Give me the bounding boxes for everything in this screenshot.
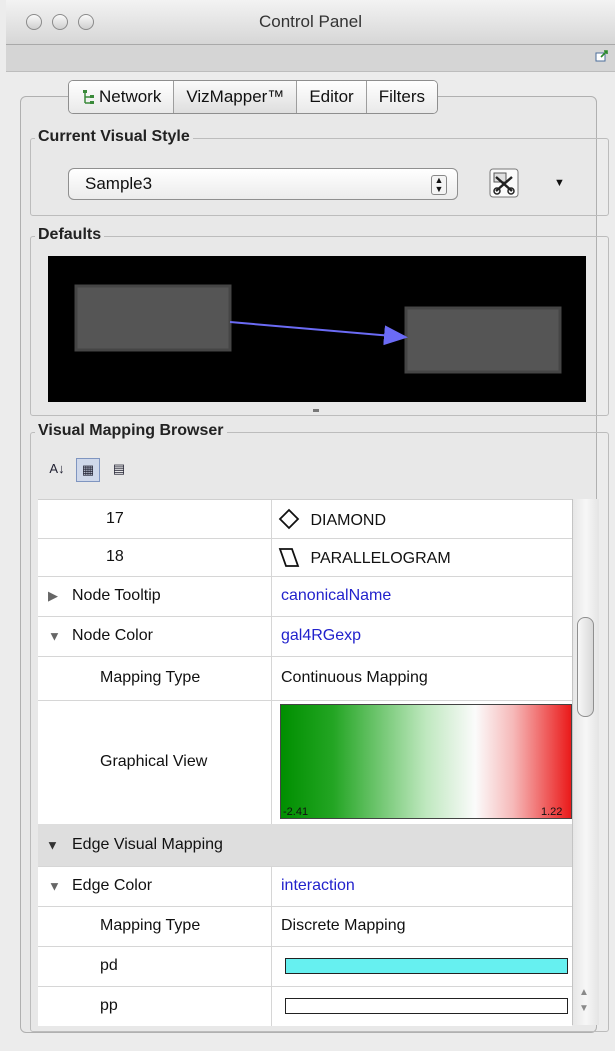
tab-editor[interactable]: Editor	[297, 81, 367, 113]
default-node-target	[404, 306, 562, 374]
list-view-icon[interactable]: ▤	[108, 458, 130, 480]
defaults-label: Defaults	[35, 226, 105, 244]
row-key: Node Tooltip	[72, 587, 161, 604]
table-row[interactable]: 18 PARALLELOGRAM	[38, 538, 572, 577]
style-menu-arrow-icon[interactable]: ▼	[554, 177, 565, 189]
panel-toolstrip	[6, 45, 615, 72]
row-key: pd	[100, 957, 118, 974]
collapse-arrow-icon[interactable]: ▼	[48, 879, 61, 894]
collapse-arrow-icon[interactable]: ▼	[48, 629, 61, 644]
row-value-link[interactable]: interaction	[281, 877, 355, 895]
sort-az-icon[interactable]: A↓	[46, 458, 68, 480]
visual-style-select[interactable]: Sample3 ▲ ▼	[68, 168, 458, 200]
row-key: Mapping Type	[100, 669, 201, 686]
table-row[interactable]: Mapping Type Continuous Mapping	[38, 656, 572, 701]
visual-mapping-browser-label: Visual Mapping Browser	[35, 422, 227, 440]
window-title: Control Panel	[258, 12, 362, 31]
gradient-max-label: 1.22	[541, 806, 563, 818]
default-node-source	[74, 284, 232, 352]
tab-network-label: Network	[99, 87, 162, 106]
gradient-min-label: -2.41	[283, 806, 309, 818]
table-row[interactable]: ▼ Edge Visual Mapping	[38, 824, 572, 867]
section-title: Edge Visual Mapping	[72, 836, 223, 853]
table-row[interactable]: 17 DIAMOND	[38, 500, 572, 539]
pd-color-swatch[interactable]	[285, 958, 568, 974]
scroll-up-arrow-icon[interactable]: ▲	[579, 987, 589, 998]
style-options-button[interactable]	[488, 167, 520, 199]
row-key: Graphical View	[100, 753, 208, 770]
tab-network[interactable]: Network	[69, 81, 175, 113]
row-value: Discrete Mapping	[281, 917, 406, 934]
row-value: PARALLELOGRAM	[310, 550, 451, 567]
visual-style-value: Sample3	[85, 174, 153, 193]
tab-vizmapper[interactable]: VizMapper™	[174, 81, 298, 113]
row-value: Continuous Mapping	[281, 669, 428, 686]
row-key: 17	[106, 510, 124, 527]
table-row[interactable]: ▶ Node Tooltip canonicalName	[38, 576, 572, 617]
splitter-handle[interactable]	[313, 409, 319, 412]
row-key: Edge Color	[72, 877, 153, 894]
row-value-link[interactable]: gal4RGexp	[281, 627, 361, 645]
current-visual-style-label: Current Visual Style	[35, 128, 193, 146]
float-panel-icon[interactable]	[595, 49, 609, 63]
defaults-preview-graph	[74, 284, 562, 374]
collapse-arrow-icon[interactable]: ▼	[46, 838, 59, 853]
row-key: pp	[100, 997, 118, 1014]
pp-color-swatch[interactable]	[285, 998, 568, 1014]
table-row[interactable]: ▼ Edge Color interaction	[38, 866, 572, 907]
table-row[interactable]: ▼ Node Color gal4RGexp	[38, 616, 572, 657]
row-value: DIAMOND	[310, 512, 387, 529]
diamond-shape-icon	[278, 508, 300, 530]
browser-toolbar: A↓ ▦ ▤	[46, 458, 130, 486]
row-key: 18	[106, 548, 124, 565]
vertical-scrollbar[interactable]: ▲ ▼	[572, 499, 599, 1025]
tab-filters[interactable]: Filters	[366, 81, 438, 113]
defaults-preview-canvas[interactable]	[48, 256, 586, 402]
continuous-gradient-view[interactable]	[280, 704, 572, 819]
row-key: Mapping Type	[100, 917, 201, 934]
row-value-link[interactable]: canonicalName	[281, 587, 391, 605]
select-arrows-icon: ▲ ▼	[431, 175, 447, 195]
network-tree-icon	[83, 90, 94, 104]
table-row[interactable]: Mapping Type Discrete Mapping	[38, 906, 572, 947]
parallelogram-shape-icon	[278, 548, 300, 567]
default-edge	[229, 321, 408, 346]
categorized-view-icon[interactable]: ▦	[76, 458, 100, 482]
row-key: Node Color	[72, 627, 153, 644]
tab-bar: Network VizMapper™ Editor Filters	[68, 80, 439, 114]
scroll-down-arrow-icon[interactable]: ▼	[579, 1003, 589, 1014]
scrollbar-thumb[interactable]	[577, 617, 594, 717]
title-bar: Control Panel	[6, 0, 615, 45]
expand-arrow-icon[interactable]: ▶	[48, 588, 58, 604]
